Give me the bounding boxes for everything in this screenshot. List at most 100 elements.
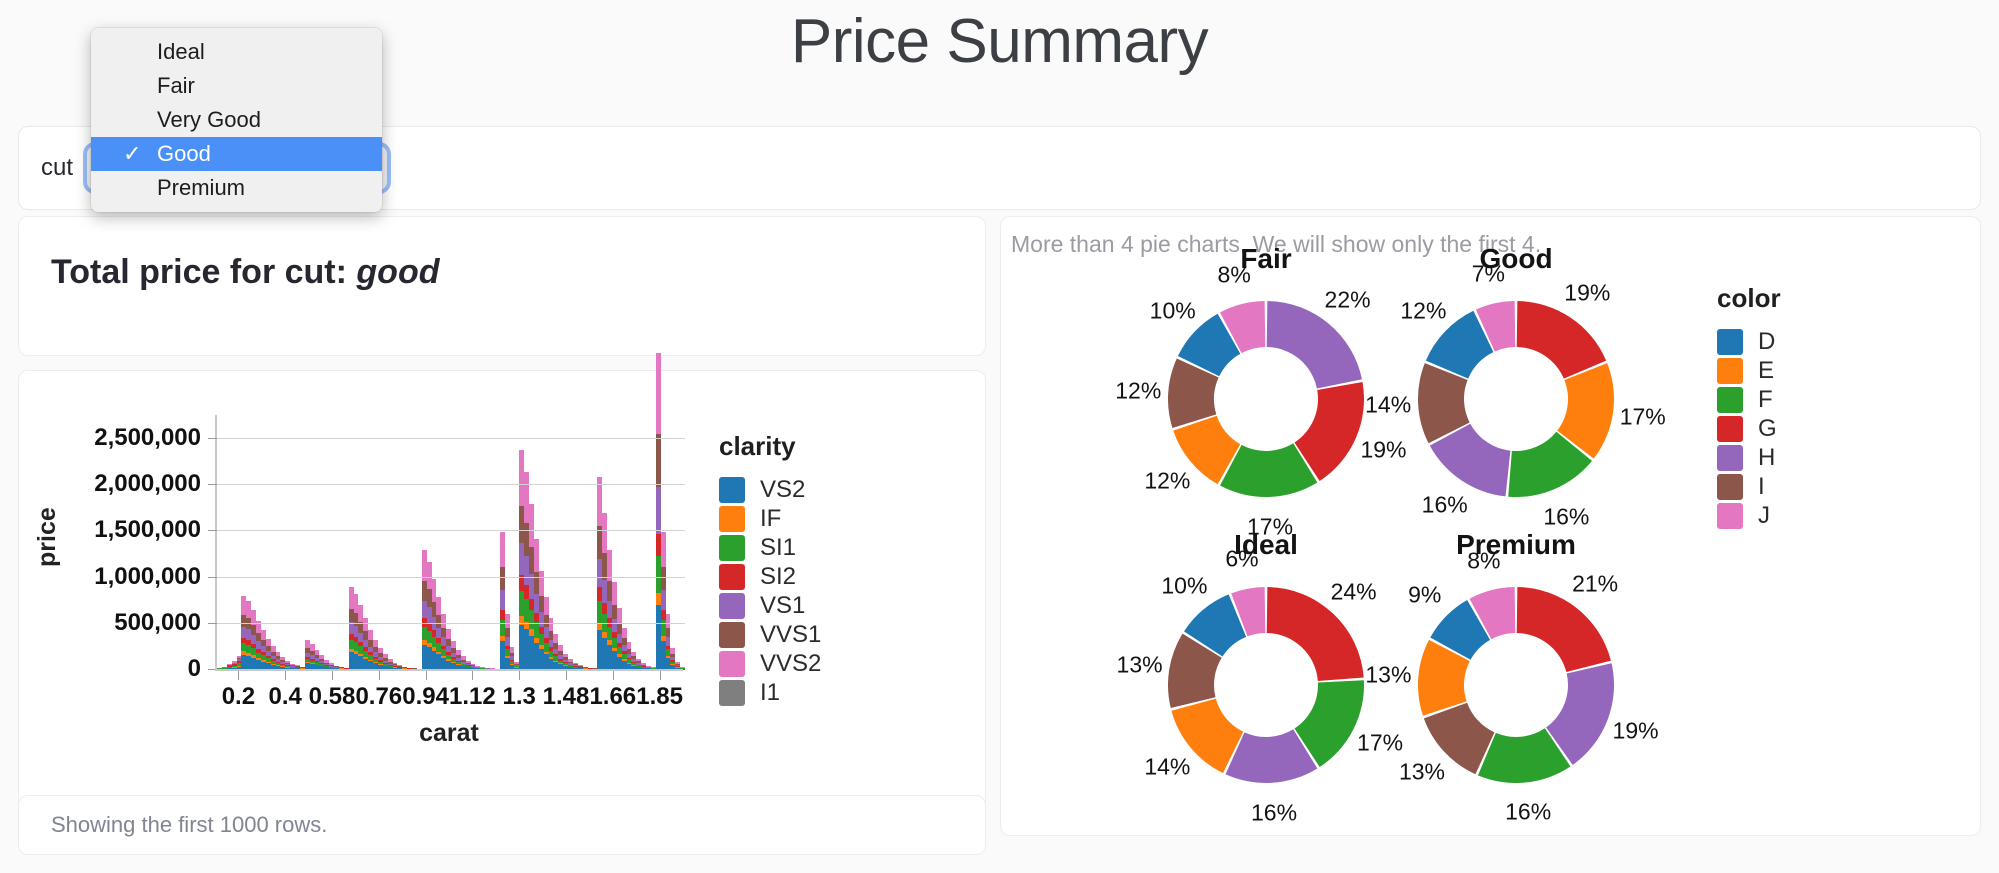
legend-swatch-icon bbox=[1717, 329, 1743, 355]
dropdown-option-label: Ideal bbox=[157, 39, 205, 64]
color-legend-item[interactable]: D bbox=[1717, 327, 1781, 356]
donut-svg bbox=[1168, 301, 1364, 497]
bar-y-tick: 2,000,000 bbox=[94, 470, 201, 498]
row-count-text: Showing the first 1000 rows. bbox=[19, 812, 327, 838]
color-legend-label: I bbox=[1758, 473, 1765, 501]
bar-segment-VVS2 bbox=[553, 634, 558, 643]
pie-charts-panel: More than 4 pie charts. We will show onl… bbox=[1000, 216, 1981, 836]
bar-x-tickmark bbox=[285, 671, 286, 680]
bar-segment-VVS1 bbox=[661, 567, 666, 590]
legend-swatch-icon bbox=[719, 622, 745, 648]
bar-x-tickmark bbox=[379, 671, 380, 680]
donut-title: Ideal bbox=[1141, 529, 1391, 561]
bar-x-tick: 1.85 bbox=[636, 683, 683, 711]
clarity-legend-item[interactable]: IF bbox=[719, 504, 821, 533]
bar-segment-VVS2 bbox=[436, 597, 441, 615]
donut-slice-label: 13% bbox=[1365, 661, 1411, 688]
bar-plot-area bbox=[215, 415, 685, 669]
clarity-legend-label: SI1 bbox=[760, 534, 796, 562]
clarity-legend-item[interactable]: I1 bbox=[719, 678, 821, 707]
legend-swatch-icon bbox=[719, 651, 745, 677]
clarity-legend-label: VVS2 bbox=[760, 650, 821, 678]
dropdown-option-ideal[interactable]: Ideal bbox=[91, 35, 382, 69]
clarity-legend-item[interactable]: VS2 bbox=[719, 475, 821, 504]
dropdown-option-premium[interactable]: Premium bbox=[91, 171, 382, 205]
legend-swatch-icon bbox=[1717, 445, 1743, 471]
donut-slice-label: 14% bbox=[1365, 391, 1411, 418]
clarity-legend-item[interactable]: VS1 bbox=[719, 591, 821, 620]
bar-y-tick: 1,000,000 bbox=[94, 563, 201, 591]
legend-swatch-icon bbox=[1717, 503, 1743, 529]
legend-swatch-icon bbox=[719, 506, 745, 532]
dropdown-option-label: Very Good bbox=[157, 107, 261, 132]
color-legend-item[interactable]: I bbox=[1717, 472, 1781, 501]
clarity-legend-item[interactable]: VVS2 bbox=[719, 649, 821, 678]
bar-segment-VVS2 bbox=[534, 539, 539, 572]
bar-y-tickmark bbox=[208, 623, 217, 624]
bar-segment-VVS1 bbox=[666, 628, 671, 637]
bar-x-tickmark bbox=[238, 671, 239, 680]
donut-slice-label: 13% bbox=[1117, 651, 1163, 678]
dropdown-option-label: Premium bbox=[157, 175, 245, 200]
legend-swatch-icon bbox=[1717, 358, 1743, 384]
color-legend-item[interactable]: J bbox=[1717, 501, 1781, 530]
bar-x-tick: 1.3 bbox=[503, 683, 536, 711]
donut-svg bbox=[1418, 301, 1614, 497]
dropdown-option-very-good[interactable]: Very Good bbox=[91, 103, 382, 137]
bar-gridline bbox=[217, 577, 685, 578]
left-heading-panel: Total price for cut: good bbox=[18, 216, 986, 356]
check-icon: ✓ bbox=[123, 137, 141, 171]
bar-segment-VVS2 bbox=[617, 608, 622, 624]
clarity-legend-item[interactable]: SI1 bbox=[719, 533, 821, 562]
bar-gridline bbox=[217, 530, 685, 531]
donut-chart-fair: Fair22%19%17%12%12%10%8% bbox=[1141, 277, 1391, 527]
clarity-legend-item[interactable]: SI2 bbox=[719, 562, 821, 591]
bar-y-tick: 0 bbox=[188, 655, 201, 683]
bar-y-tick: 500,000 bbox=[114, 609, 201, 637]
bar-segment-VVS2 bbox=[661, 532, 666, 567]
bar-x-tick: 0.76 bbox=[355, 683, 402, 711]
heading-prefix: Total price for cut: bbox=[51, 253, 347, 291]
bar-y-tick: 1,500,000 bbox=[94, 516, 201, 544]
clarity-legend: clarity VS2IFSI1SI2VS1VVS1VVS2I1 bbox=[719, 431, 821, 707]
cut-select-dropdown[interactable]: Ideal Fair Very Good ✓Good Premium bbox=[91, 28, 382, 212]
color-legend-label: E bbox=[1758, 357, 1774, 385]
bar-x-tick: 0.4 bbox=[269, 683, 302, 711]
donut-slice-label: 7% bbox=[1472, 261, 1505, 288]
bar-chart: price 0500,0001,000,0001,500,0002,000,00… bbox=[19, 371, 985, 819]
donut-slice-H[interactable] bbox=[1267, 301, 1362, 389]
bar-segment-VVS2 bbox=[500, 532, 505, 567]
bar-segment-VVS2 bbox=[612, 582, 617, 604]
bar-segment-VVS2 bbox=[368, 630, 373, 640]
donut-slice-label: 16% bbox=[1505, 799, 1551, 826]
donut-slice-label: 6% bbox=[1225, 546, 1258, 573]
bar-segment-VVS1 bbox=[505, 628, 510, 637]
donut-slice-label: 12% bbox=[1115, 377, 1161, 404]
donut-slice-G[interactable] bbox=[1517, 587, 1611, 672]
color-legend-item[interactable]: H bbox=[1717, 443, 1781, 472]
donut-slice-label: 17% bbox=[1620, 403, 1666, 430]
bar-gridline bbox=[217, 484, 685, 485]
clarity-legend-item[interactable]: VVS1 bbox=[719, 620, 821, 649]
dropdown-option-good[interactable]: ✓Good bbox=[91, 137, 382, 171]
legend-swatch-icon bbox=[719, 680, 745, 706]
dropdown-option-label: Fair bbox=[157, 73, 195, 98]
color-legend-item[interactable]: G bbox=[1717, 414, 1781, 443]
donut-title: Premium bbox=[1391, 529, 1641, 561]
donut-slice-G[interactable] bbox=[1517, 301, 1606, 379]
donut-title: Good bbox=[1391, 243, 1641, 275]
bar-segment-VVS2 bbox=[446, 629, 451, 639]
bar-segment-VVS2 bbox=[451, 641, 456, 648]
bar-x-tickmark bbox=[472, 671, 473, 680]
bar-segment-VS1 bbox=[500, 590, 505, 610]
bar-x-tick-labels: 0.20.40.580.760.941.121.31.481.661.85 bbox=[215, 671, 683, 717]
bar-segment-VS1 bbox=[661, 590, 666, 610]
bar-segment-VVS2 bbox=[656, 353, 661, 434]
clarity-legend-label: VS1 bbox=[760, 592, 805, 620]
donut-slice-G[interactable] bbox=[1267, 587, 1364, 681]
legend-swatch-icon bbox=[719, 593, 745, 619]
bar-x-tick: 0.2 bbox=[222, 683, 255, 711]
color-legend-item[interactable]: E bbox=[1717, 356, 1781, 385]
color-legend-item[interactable]: F bbox=[1717, 385, 1781, 414]
dropdown-option-fair[interactable]: Fair bbox=[91, 69, 382, 103]
